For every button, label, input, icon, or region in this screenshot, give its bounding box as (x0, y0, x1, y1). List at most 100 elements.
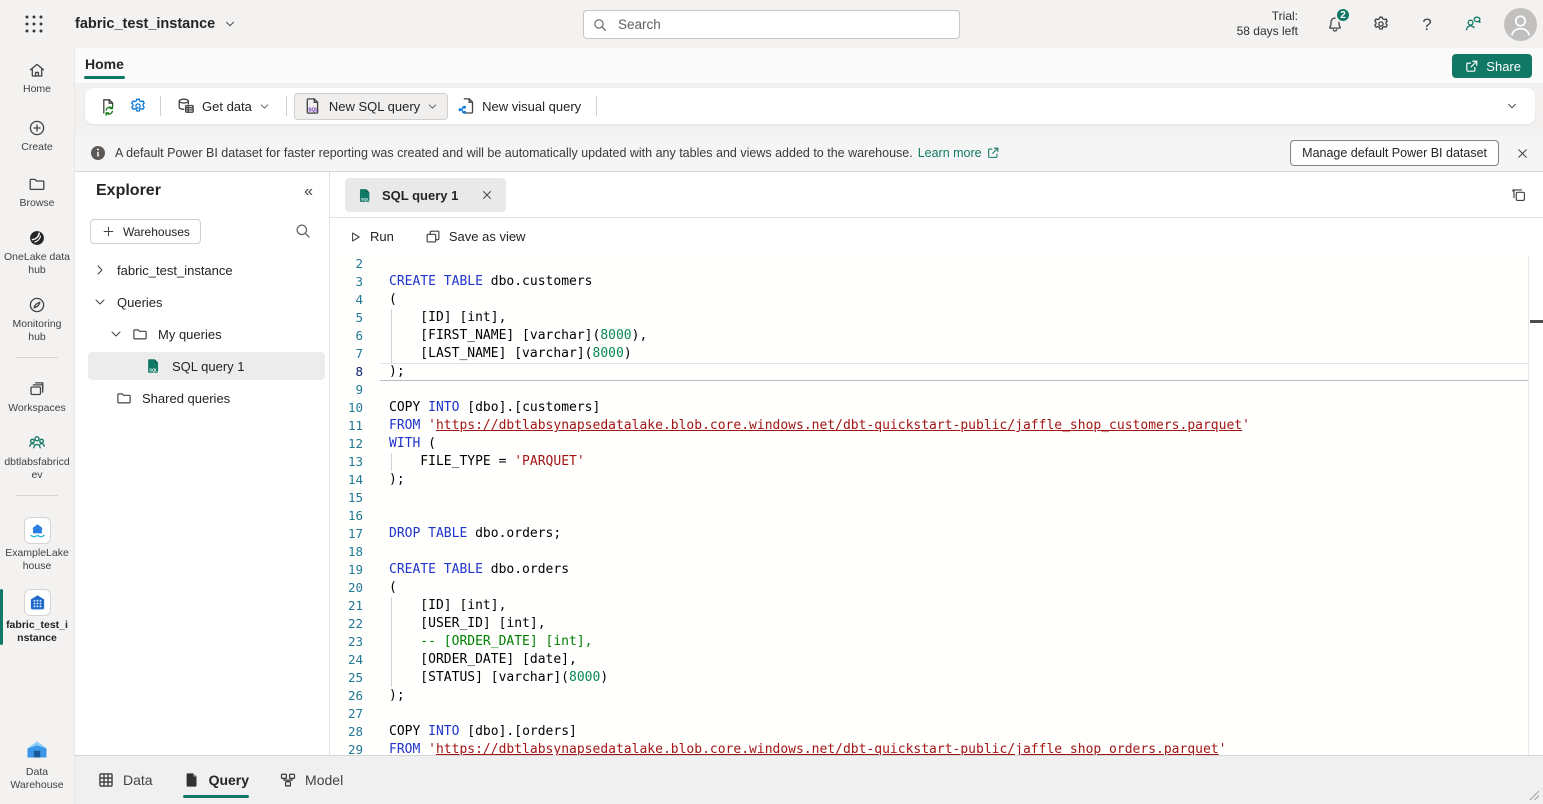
code-line[interactable]: 17DROP TABLE dbo.orders; (330, 525, 1543, 543)
code-line[interactable]: 13 FILE_TYPE = 'PARQUET' (330, 453, 1543, 471)
rail-item-onelake[interactable]: OneLake data hub (0, 224, 74, 281)
tree-item-shared-queries[interactable]: Shared queries (88, 384, 325, 412)
code-line[interactable]: 10COPY INTO [dbo].[customers] (330, 399, 1543, 417)
code-line[interactable]: 12WITH ( (330, 435, 1543, 453)
code-content (380, 705, 1543, 723)
resize-grip-icon[interactable] (1529, 790, 1540, 801)
rail-item-browse[interactable]: Browse (0, 170, 74, 214)
code-content (380, 543, 1543, 561)
grid-icon (97, 771, 115, 789)
code-content: [STATUS] [varchar](8000) (380, 669, 1543, 687)
code-line[interactable]: 8); (330, 363, 1543, 381)
code-line[interactable]: 15 (330, 489, 1543, 507)
code-line[interactable]: 25 [STATUS] [varchar](8000) (330, 669, 1543, 687)
code-line[interactable]: 27 (330, 705, 1543, 723)
rail-item-dbtlabsfabricdev[interactable]: dbtlabsfabricdev (0, 429, 74, 486)
trial-status: Trial: 58 days left (1237, 9, 1298, 39)
rail-item-fabric-test-instance[interactable]: fabric_test_instance (0, 585, 74, 649)
chevron-down-icon[interactable] (92, 294, 108, 310)
help-button[interactable]: ? (1410, 7, 1444, 41)
code-content (380, 489, 1543, 507)
manage-dataset-button[interactable]: Manage default Power BI dataset (1290, 140, 1499, 166)
refresh-doc-button[interactable] (93, 92, 123, 120)
bottom-tab-model[interactable]: Model (279, 756, 343, 804)
code-content: ( (380, 579, 1543, 597)
rail-item-create[interactable]: Create (0, 114, 74, 158)
code-line[interactable]: 20( (330, 579, 1543, 597)
tree-item-sql-query-1[interactable]: SQLSQL query 1 (88, 352, 325, 380)
new-sql-query-button[interactable]: SQL New SQL query (294, 93, 448, 120)
bottom-tab-query[interactable]: Query (183, 756, 249, 804)
code-line[interactable]: 4( (330, 291, 1543, 309)
line-number: 24 (330, 651, 380, 669)
code-line[interactable]: 26); (330, 687, 1543, 705)
explorer-search-icon[interactable] (294, 222, 312, 240)
code-line[interactable]: 14); (330, 471, 1543, 489)
workspace-switcher[interactable]: fabric_test_instance (75, 0, 237, 48)
notifications-button[interactable]: 2 (1318, 7, 1352, 41)
code-line[interactable]: 11FROM 'https://dbtlabsynapsedatalake.bl… (330, 417, 1543, 435)
rail-item-examplelakehouse[interactable]: ExampleLakehouse (0, 513, 74, 577)
run-button[interactable]: Run (347, 229, 394, 245)
share-button[interactable]: Share (1452, 54, 1532, 78)
code-line[interactable]: 24 [ORDER_DATE] [date], (330, 651, 1543, 669)
rail-item-label: dbtlabsfabricdev (3, 456, 71, 482)
tab-sql-query-1[interactable]: SQL SQL query 1 (345, 178, 506, 212)
tree-item-fabric-test-instance[interactable]: fabric_test_instance (88, 256, 325, 284)
code-line[interactable]: 7 [LAST_NAME] [varchar](8000) (330, 345, 1543, 363)
line-number: 6 (330, 327, 380, 345)
code-line[interactable]: 22 [USER_ID] [int], (330, 615, 1543, 633)
code-line[interactable]: 18 (330, 543, 1543, 561)
code-line[interactable]: 16 (330, 507, 1543, 525)
code-line[interactable]: 9 (330, 381, 1543, 399)
feedback-button[interactable] (1456, 7, 1490, 41)
app-launcher-icon[interactable] (22, 12, 46, 36)
line-number: 11 (330, 417, 380, 435)
account-avatar[interactable] (1504, 8, 1537, 41)
tree-item-my-queries[interactable]: My queries (88, 320, 325, 348)
rail-item-monitoring[interactable]: Monitoring hub (0, 291, 74, 348)
code-line[interactable]: 19CREATE TABLE dbo.orders (330, 561, 1543, 579)
add-warehouses-button[interactable]: Warehouses (90, 219, 201, 244)
save-as-view-button[interactable]: Save as view (424, 228, 526, 246)
rail-item-home[interactable]: Home (0, 56, 74, 100)
get-data-button[interactable]: Get data (168, 92, 279, 120)
chevron-down-icon[interactable] (108, 326, 124, 342)
code-line[interactable]: 6 [FIRST_NAME] [varchar](8000), (330, 327, 1543, 345)
code-content: CREATE TABLE dbo.orders (380, 561, 1543, 579)
rail-divider (16, 495, 58, 496)
code-line[interactable]: 23 -- [ORDER_DATE] [int], (330, 633, 1543, 651)
rail-item-data-warehouse[interactable]: Data Warehouse (0, 733, 74, 796)
banner-close-button[interactable] (1507, 138, 1537, 168)
code-line[interactable]: 21 [ID] [int], (330, 597, 1543, 615)
editor-scrollbar[interactable] (1528, 255, 1543, 755)
global-search[interactable] (583, 10, 960, 39)
home-icon (27, 60, 47, 80)
new-visual-query-button[interactable]: New visual query (448, 92, 589, 120)
code-line[interactable]: 2 (330, 255, 1543, 273)
code-line[interactable]: 29FROM 'https://dbtlabsynapsedatalake.bl… (330, 741, 1543, 755)
tab-home[interactable]: Home (84, 53, 125, 79)
bottom-tabs: Data Query Model (97, 756, 373, 804)
settings-button[interactable] (1364, 7, 1398, 41)
code-line[interactable]: 28COPY INTO [dbo].[orders] (330, 723, 1543, 741)
close-tab-icon[interactable] (480, 188, 494, 202)
ribbon-settings-button[interactable] (123, 92, 153, 120)
svg-text:SQL: SQL (149, 367, 158, 372)
line-number: 23 (330, 633, 380, 651)
code-line[interactable]: 5 [ID] [int], (330, 309, 1543, 327)
rail-item-workspaces[interactable]: Workspaces (0, 375, 74, 419)
line-number: 2 (330, 255, 380, 273)
chevron-down-icon (258, 100, 271, 113)
search-input[interactable] (616, 16, 951, 33)
chevron-right-icon[interactable] (92, 262, 108, 278)
tree-item-queries[interactable]: Queries (88, 288, 325, 316)
learn-more-link[interactable]: Learn more (918, 146, 1000, 160)
new-sql-query-label: New SQL query (329, 99, 420, 114)
ribbon-collapse-button[interactable] (1497, 92, 1527, 120)
collapse-panel-icon[interactable]: « (304, 183, 313, 201)
bottom-tab-data[interactable]: Data (97, 756, 153, 804)
sql-editor[interactable]: 23CREATE TABLE dbo.customers4(5 [ID] [in… (330, 255, 1543, 755)
code-line[interactable]: 3CREATE TABLE dbo.customers (330, 273, 1543, 291)
copy-icon[interactable] (1510, 186, 1528, 204)
